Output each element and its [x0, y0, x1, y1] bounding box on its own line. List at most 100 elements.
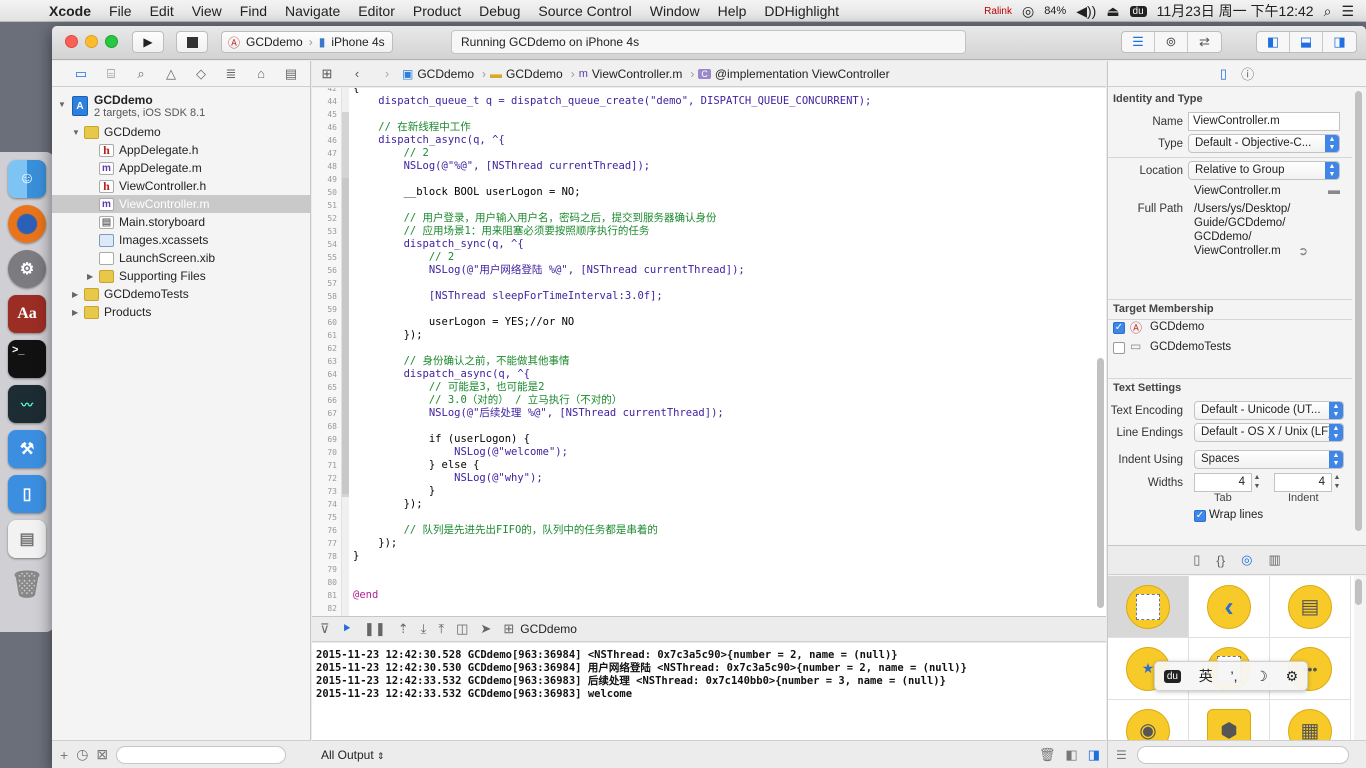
inspector-scrollbar[interactable] [1355, 91, 1362, 531]
code-line[interactable]: 45 [312, 108, 1102, 121]
pause-icon[interactable]: ❚❚ [364, 621, 386, 637]
debug-area-toggle-icon[interactable]: ⬓ [1290, 32, 1323, 52]
wrap-lines-checkbox[interactable]: ✓ [1194, 510, 1206, 522]
document-icon[interactable]: ▤ [8, 520, 46, 558]
breadcrumb-symbol[interactable]: C @implementation ViewController [698, 67, 893, 81]
menu-find[interactable]: Find [231, 3, 276, 19]
tree-folder-gcddemotests[interactable]: ▶ GCDdemoTests [52, 285, 310, 303]
code-line[interactable]: 72 NSLog(@"why"); [312, 472, 1102, 485]
menu-edit[interactable]: Edit [141, 3, 183, 19]
system-preferences-icon[interactable]: ⚙ [8, 250, 46, 288]
finder-icon[interactable]: ☺ [8, 160, 46, 198]
code-line[interactable]: 81 @end [312, 589, 1102, 602]
media-library-icon[interactable]: ▥ [1268, 552, 1280, 568]
object-library-icon[interactable]: ◎ [1241, 552, 1252, 568]
code-line[interactable]: 60 userLogon = YES;//or NO [312, 316, 1102, 329]
code-line[interactable]: 64 dispatch_async(q, ^{ [312, 368, 1102, 381]
variables-view-toggle-icon[interactable]: ◧ [1065, 747, 1077, 763]
find-navigator-icon[interactable]: ⌕ [126, 66, 156, 82]
terminal-icon[interactable]: >_ [8, 340, 46, 378]
tree-file-viewcontroller-h[interactable]: h ViewController.h [52, 177, 310, 195]
minimize-window-button[interactable] [85, 35, 98, 48]
spotlight-icon[interactable]: ⌕ [1324, 3, 1332, 20]
menu-file[interactable]: File [100, 3, 141, 19]
language-toggle[interactable]: 英 [1199, 666, 1213, 686]
location-popup[interactable]: Relative to Group ▲ ▼ [1188, 161, 1340, 180]
input-method-icon[interactable]: du [1129, 5, 1147, 17]
tree-file-appdelegate-h[interactable]: h AppDelegate.h [52, 141, 310, 159]
code-line[interactable]: 58 [NSThread sleepForTimeInterval:3.0f]; [312, 290, 1102, 303]
code-line[interactable]: 82 [312, 602, 1102, 615]
utilities-toggle-icon[interactable]: ◨ [1323, 32, 1356, 52]
disclosure-open-icon[interactable]: ▼ [72, 128, 80, 137]
tree-file-images-xcassets[interactable]: Images.xcassets [52, 231, 310, 249]
assistant-editor-icon[interactable]: ⊚ [1155, 32, 1188, 52]
library-scrollbar[interactable] [1355, 579, 1362, 605]
scheme-selector[interactable]: Ⓐ GCDdemo › ▮ iPhone 4s [221, 31, 393, 53]
back-arrow-icon[interactable]: ‹ [342, 66, 372, 81]
menu-debug[interactable]: Debug [470, 3, 529, 19]
menu-view[interactable]: View [183, 3, 231, 19]
tree-file-launchscreen-xib[interactable]: LaunchScreen.xib [52, 249, 310, 267]
battery-icon[interactable]: ◎ [1022, 3, 1034, 20]
line-endings-popup[interactable]: Default - OS X / Unix (LF) ▲ ▼ [1194, 423, 1344, 442]
code-line[interactable]: 66 // 3.0（对的） / 立马执行（不对的） [312, 394, 1102, 407]
stop-button[interactable] [176, 31, 208, 53]
code-line[interactable]: 49 [312, 173, 1102, 186]
close-window-button[interactable] [65, 35, 78, 48]
version-editor-icon[interactable]: ⇄ [1188, 32, 1221, 52]
debug-navigator-icon[interactable]: ≣ [216, 66, 246, 82]
code-line[interactable]: 56 NSLog(@"用户网络登陆 %@", [NSThread current… [312, 264, 1102, 277]
menu-navigate[interactable]: Navigate [276, 3, 349, 19]
report-navigator-icon[interactable]: ▤ [276, 66, 306, 82]
code-line[interactable]: 69 if (userLogon) { [312, 433, 1102, 446]
step-over-icon[interactable]: ⇡ [398, 621, 409, 637]
tree-file-viewcontroller-m[interactable]: m ViewController.m [52, 195, 310, 213]
ralink-status[interactable]: Ralink [984, 6, 1012, 17]
file-template-library-icon[interactable]: ▯ [1193, 552, 1200, 568]
debug-target-name[interactable]: GCDdemo [520, 622, 577, 636]
text-encoding-popup[interactable]: Default - Unicode (UT... ▲ ▼ [1194, 401, 1344, 420]
tree-folder-products[interactable]: ▶ Products [52, 303, 310, 321]
type-popup[interactable]: Default - Objective-C... ▲ ▼ [1188, 134, 1340, 153]
project-root[interactable]: ▼ A GCDdemo 2 targets, iOS SDK 8.1 [52, 89, 310, 123]
related-items-icon[interactable]: ⊞ [312, 66, 342, 82]
breakpoint-navigator-icon[interactable]: ⌂ [246, 66, 276, 81]
step-out-icon[interactable]: ⤒ [438, 621, 444, 637]
tab-width-stepper[interactable]: ▲ ▼ [1252, 473, 1262, 492]
reveal-in-finder-icon[interactable]: ➲ [1298, 244, 1308, 258]
code-line[interactable]: 46 dispatch_async(q, ^{ [312, 134, 1102, 147]
code-line[interactable]: 76 // 队列是先进先出FIFO的，队列中的任务都是串着的 [312, 524, 1102, 537]
indent-using-popup[interactable]: Spaces ▲ ▼ [1194, 450, 1344, 469]
dictionary-icon[interactable]: Aa [8, 295, 46, 333]
test-navigator-icon[interactable]: ◇ [186, 66, 216, 82]
tree-folder-supporting-files[interactable]: ▶ Supporting Files [52, 267, 310, 285]
library-item-navigation-controller[interactable]: ‹ [1189, 576, 1270, 638]
list-view-icon[interactable]: ☰ [1116, 748, 1127, 762]
notification-center-icon[interactable]: ☰ [1341, 3, 1354, 20]
disclosure-closed-icon[interactable]: ▶ [72, 308, 78, 317]
code-line[interactable]: 44 dispatch_queue_t q = dispatch_queue_c… [312, 95, 1102, 108]
battery-percent[interactable]: 84% [1044, 5, 1066, 17]
library-item-view-controller[interactable] [1108, 576, 1189, 638]
code-line[interactable]: 77 }); [312, 537, 1102, 550]
menu-product[interactable]: Product [404, 3, 470, 19]
folder-reveal-icon[interactable]: ▬ [1328, 183, 1340, 197]
activity-monitor-icon[interactable]: 〰 [8, 385, 46, 423]
tree-file-main-storyboard[interactable]: ▤ Main.storyboard [52, 213, 310, 231]
code-line[interactable]: 61 }); [312, 329, 1102, 342]
editor-scrollbar[interactable] [1097, 358, 1104, 608]
code-line[interactable]: 47 // 2 [312, 147, 1102, 160]
view-debugger-icon[interactable]: ◫ [456, 621, 468, 637]
code-line[interactable]: 57 [312, 277, 1102, 290]
target-gcddemo-checkbox[interactable]: ✓ [1113, 322, 1125, 334]
baidu-input-icon[interactable]: du [1163, 669, 1181, 683]
code-line[interactable]: 65 // 可能是3，也可能是2 [312, 381, 1102, 394]
location-icon[interactable]: ➤ [480, 621, 491, 637]
volume-icon[interactable]: ◀)) [1076, 3, 1096, 20]
ime-settings-icon[interactable]: ⚙ [1286, 668, 1299, 685]
navigator-toggle-icon[interactable]: ◧ [1257, 32, 1290, 52]
breakpoints-toggle-icon[interactable]: ⯈ [342, 621, 352, 637]
add-icon[interactable]: + [60, 747, 68, 763]
menu-source-control[interactable]: Source Control [529, 3, 640, 19]
